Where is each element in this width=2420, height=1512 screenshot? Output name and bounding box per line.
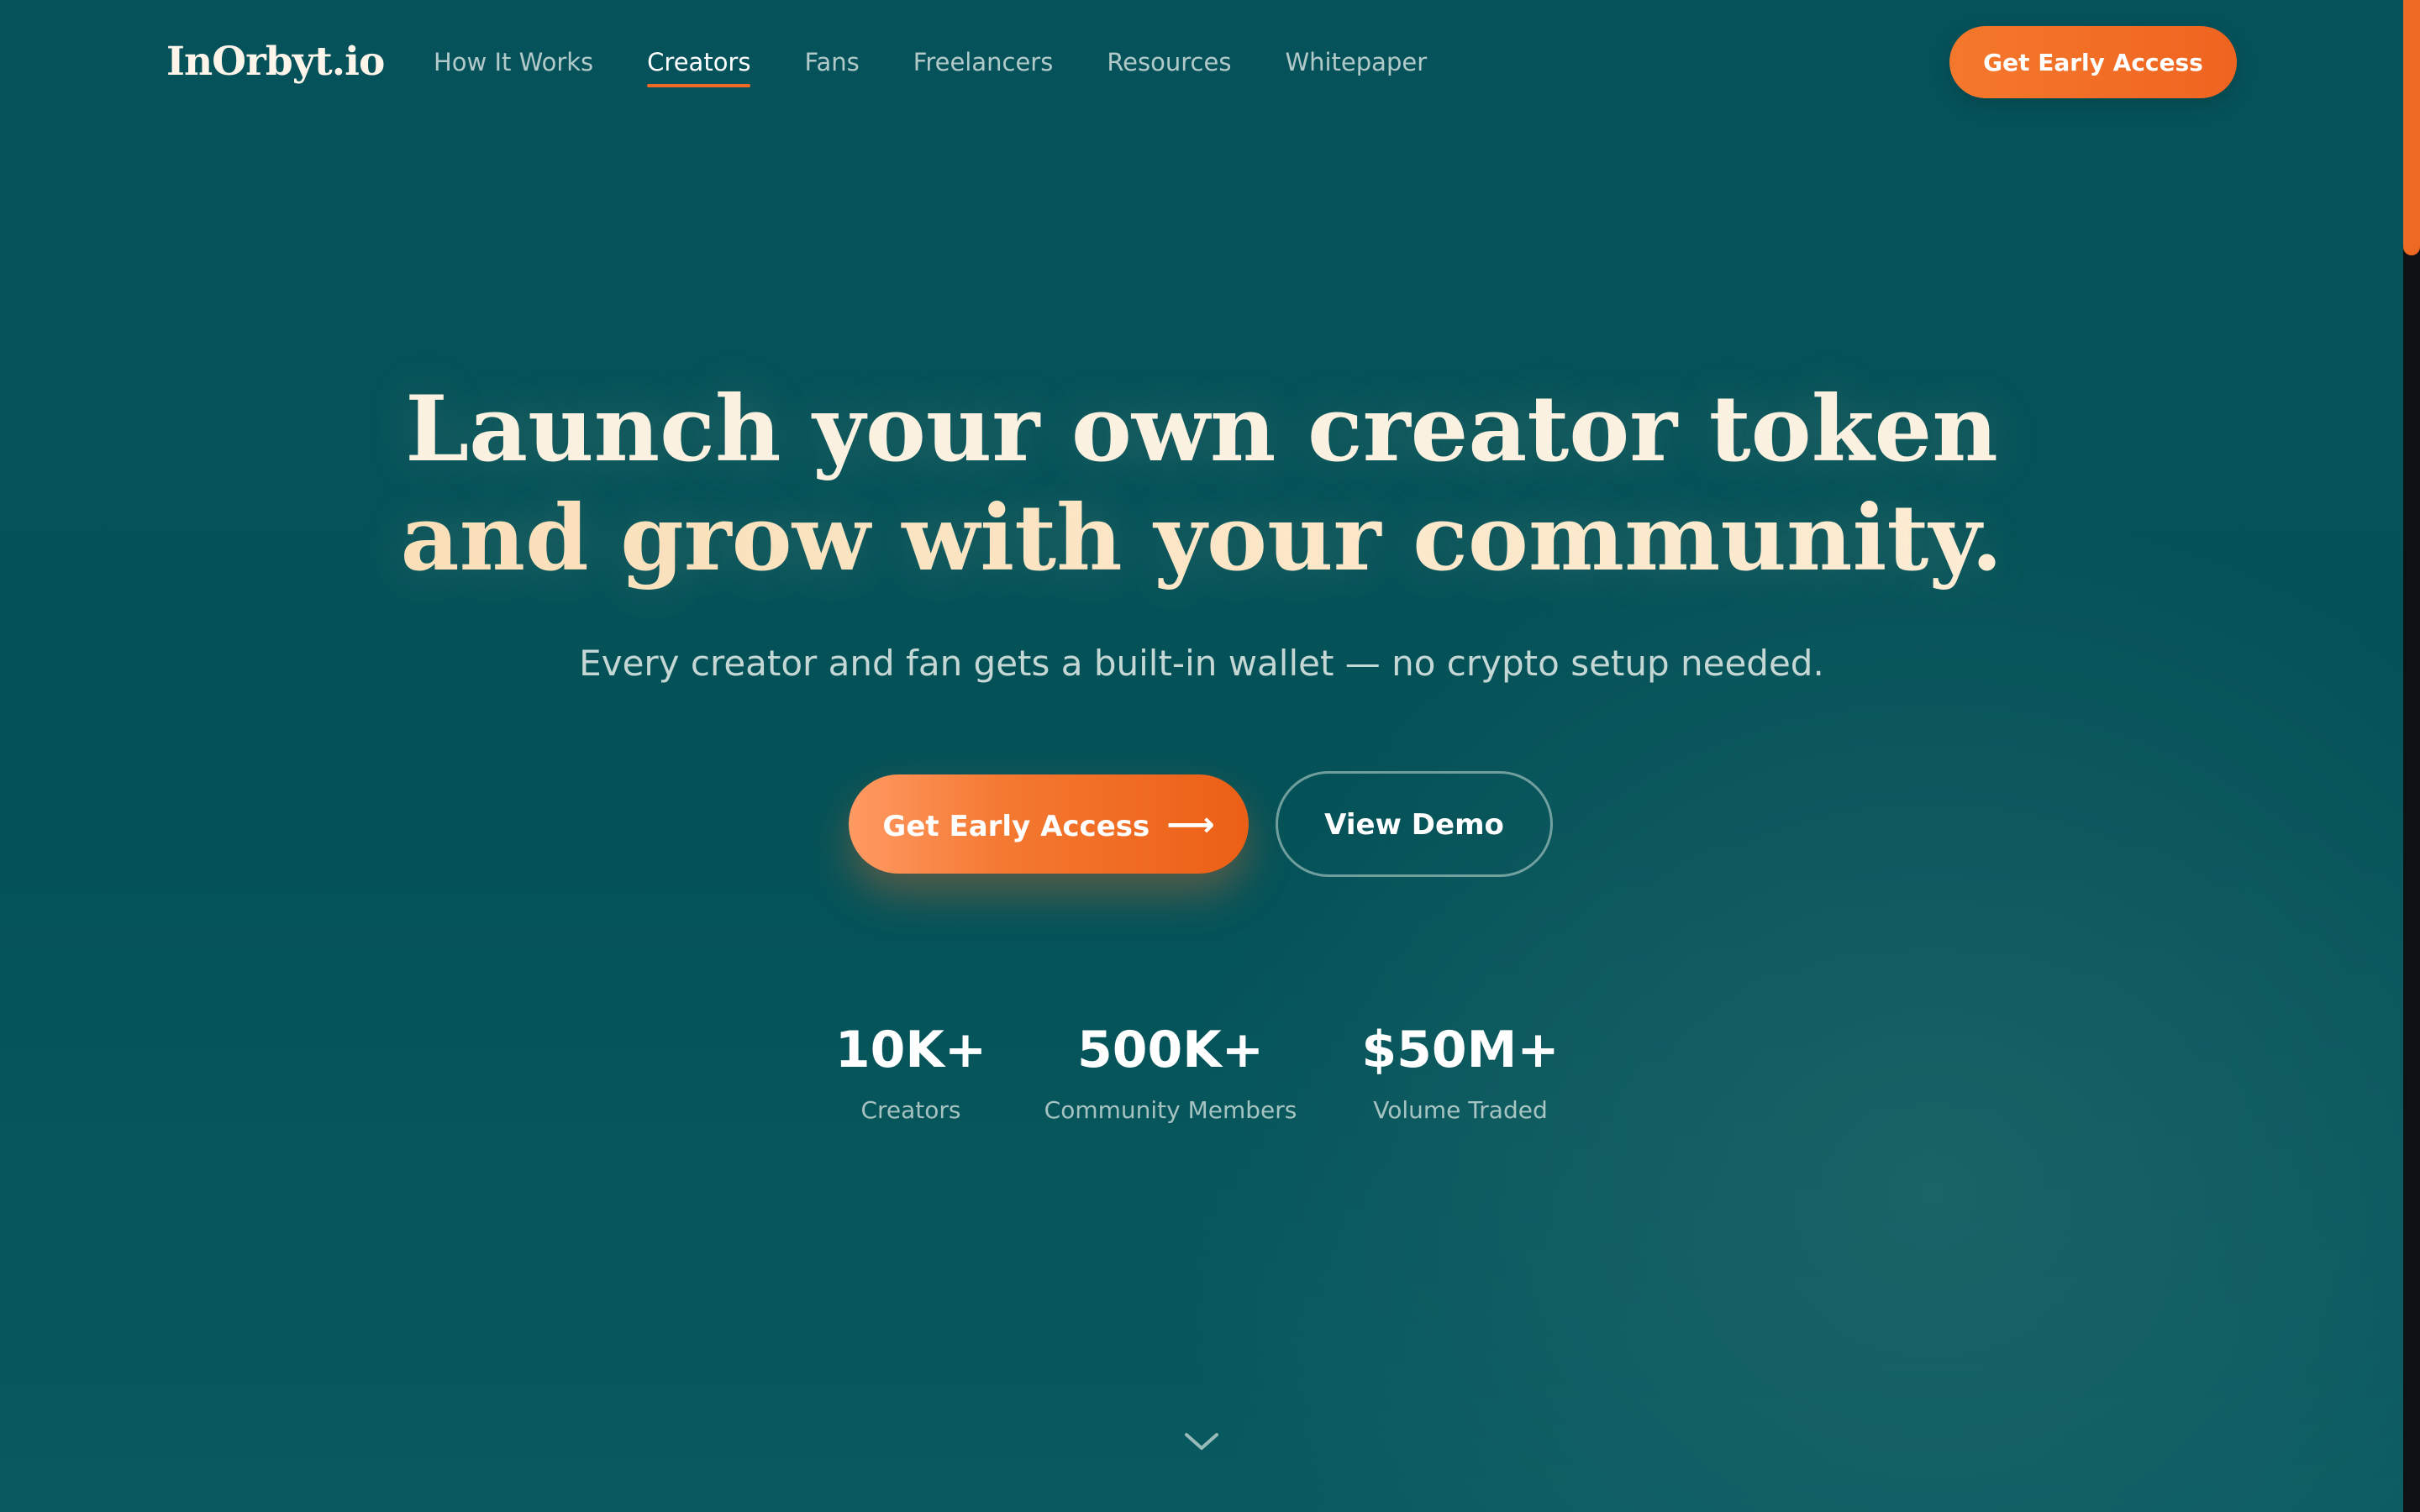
stat-volume-traded: $50M+ Volume Traded — [1309, 1015, 1612, 1127]
hero-title: Launch your own creator token and grow w… — [0, 375, 2403, 593]
arrow-right-icon: ⟶ — [1166, 806, 1215, 844]
nav-item-whitepaper[interactable]: Whitepaper — [1285, 44, 1427, 81]
stat-value: 10K+ — [834, 1021, 987, 1079]
stat-label: Community Members — [1044, 1096, 1297, 1124]
stat-label: Creators — [860, 1096, 961, 1124]
hero-title-line-2: and grow with your community. — [0, 484, 2403, 593]
page-scrollbar[interactable] — [2403, 0, 2420, 1512]
nav-item-resources[interactable]: Resources — [1107, 44, 1231, 81]
nav-item-fans[interactable]: Fans — [804, 44, 859, 81]
header-early-access-button[interactable]: Get Early Access — [1949, 26, 2237, 98]
stat-creators: 10K+ Creators — [760, 1015, 1062, 1127]
hero-subtitle: Every creator and fan gets a built-in wa… — [579, 643, 1824, 684]
nav-item-how-it-works[interactable]: How It Works — [434, 44, 593, 81]
site-header: InOrbyt.io How It Works Creators Fans Fr… — [0, 0, 2403, 126]
stat-community-members: 500K+ Community Members — [1019, 1015, 1322, 1127]
stat-label: Volume Traded — [1373, 1096, 1548, 1124]
hero-early-access-label: Get Early Access — [882, 810, 1150, 843]
hero-early-access-button[interactable]: Get Early Access ⟶ — [849, 774, 1249, 874]
hero-title-line-1: Launch your own creator token — [405, 376, 1998, 482]
stat-value: $50M+ — [1361, 1021, 1560, 1079]
chevron-down-icon[interactable] — [1181, 1428, 1222, 1455]
logo[interactable]: InOrbyt.io — [166, 37, 385, 87]
main-nav: How It Works Creators Fans Freelancers R… — [434, 44, 1427, 87]
view-demo-button[interactable]: View Demo — [1276, 771, 1553, 877]
nav-item-creators[interactable]: Creators — [647, 44, 751, 87]
scrollbar-thumb[interactable] — [2403, 0, 2420, 255]
stat-value: 500K+ — [1076, 1021, 1264, 1079]
nav-item-freelancers[interactable]: Freelancers — [913, 44, 1054, 81]
